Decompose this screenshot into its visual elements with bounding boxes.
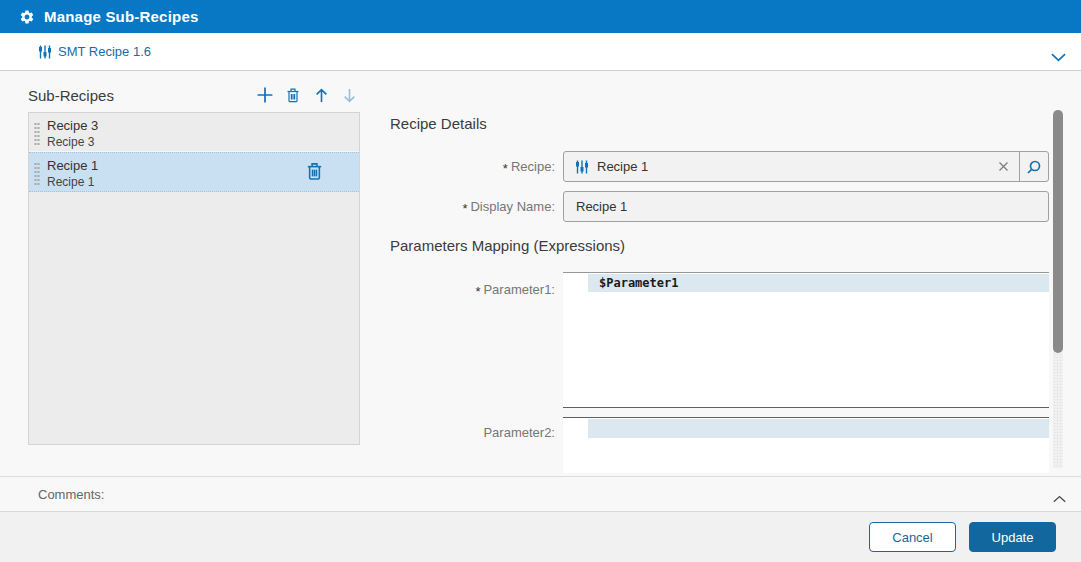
subrecipe-list-item[interactable]: Recipe 3 Recipe 3 xyxy=(29,113,359,152)
parameter2-label: Parameter2: xyxy=(370,425,555,440)
parameter1-expression-editor[interactable]: $Parameter1 xyxy=(563,272,1049,408)
parameters-mapping-title: Parameters Mapping (Expressions) xyxy=(390,237,625,254)
dialog-header: Manage Sub-Recipes xyxy=(0,0,1081,33)
subrecipes-toolbar xyxy=(255,84,360,106)
drag-handle-icon[interactable] xyxy=(34,122,40,146)
subrecipe-display-name: Recipe 3 xyxy=(47,134,351,150)
parameter1-label: *Parameter1: xyxy=(370,282,555,297)
drag-handle-icon[interactable] xyxy=(34,162,40,186)
parameter2-expression-value[interactable] xyxy=(588,419,1049,438)
recipe-field-value: Recipe 1 xyxy=(597,159,648,174)
update-button[interactable]: Update xyxy=(969,522,1056,552)
subrecipe-list-item-selected[interactable]: Recipe 1 Recipe 1 xyxy=(29,152,359,192)
comments-section[interactable]: Comments: xyxy=(0,476,1081,511)
row-delete-icon[interactable] xyxy=(306,162,323,185)
comments-label: Comments: xyxy=(38,487,104,502)
subrecipes-panel-title: Sub-Recipes xyxy=(28,87,114,104)
display-name-field-label: *Display Name: xyxy=(370,199,555,214)
cancel-button[interactable]: Cancel xyxy=(869,522,956,552)
recipe-field-label: *Recipe: xyxy=(370,159,555,174)
required-marker: * xyxy=(475,284,480,299)
parameter2-expression-editor[interactable] xyxy=(563,417,1049,473)
recipe-field[interactable]: Recipe 1 xyxy=(563,151,1049,182)
dialog-title: Manage Sub-Recipes xyxy=(44,8,198,25)
move-up-button[interactable] xyxy=(312,85,332,105)
manage-sub-recipes-dialog: Manage Sub-Recipes SMT Recipe 1.6 Sub-Re xyxy=(0,0,1081,562)
scrollbar-thumb[interactable] xyxy=(1053,110,1063,353)
recipe-bar: SMT Recipe 1.6 xyxy=(0,33,1081,71)
parent-recipe-name: SMT Recipe 1.6 xyxy=(58,44,151,59)
move-down-button[interactable] xyxy=(340,85,360,105)
display-name-field-value: Recipe 1 xyxy=(576,199,627,214)
sliders-icon xyxy=(575,160,589,174)
delete-subrecipe-button[interactable] xyxy=(283,85,303,105)
chevron-up-icon[interactable] xyxy=(1053,489,1066,507)
chevron-down-icon[interactable] xyxy=(1051,48,1066,66)
search-button[interactable] xyxy=(1019,152,1048,181)
add-subrecipe-button[interactable] xyxy=(255,85,275,105)
vertical-scrollbar[interactable] xyxy=(1053,110,1063,468)
gear-icon xyxy=(19,9,35,25)
dialog-footer: Cancel Update xyxy=(0,511,1081,562)
required-marker: * xyxy=(503,161,508,176)
subrecipes-list: Recipe 3 Recipe 3 Recipe 1 Recipe 1 xyxy=(28,112,360,445)
sliders-icon xyxy=(38,45,52,59)
recipe-details-title: Recipe Details xyxy=(390,115,487,132)
display-name-field[interactable]: Recipe 1 xyxy=(563,191,1049,222)
clear-icon[interactable] xyxy=(988,161,1019,172)
subrecipe-name: Recipe 3 xyxy=(47,117,351,134)
required-marker: * xyxy=(462,201,467,216)
parameter1-expression-value[interactable]: $Parameter1 xyxy=(588,274,1049,292)
